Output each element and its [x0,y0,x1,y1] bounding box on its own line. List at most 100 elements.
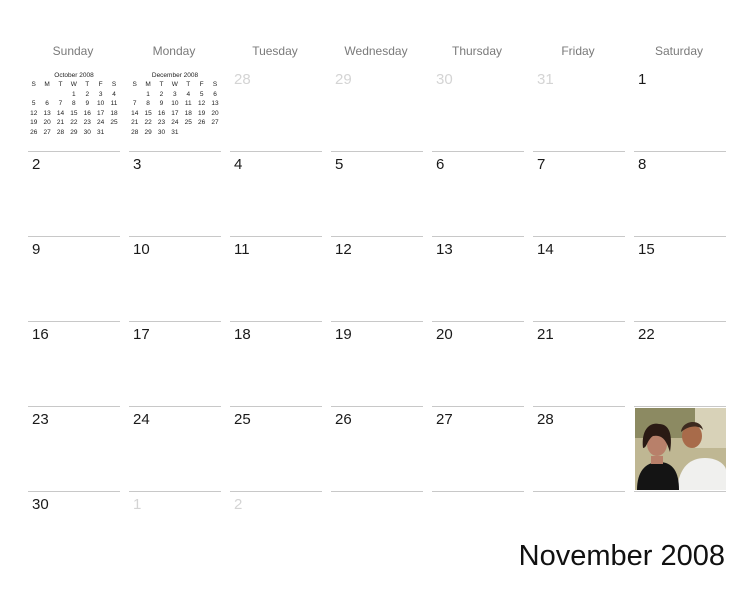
mini-weekday: T [58,81,63,88]
day-number: 20 [436,326,453,343]
day-cell[interactable]: 19 [331,321,423,401]
day-number: 11 [234,241,250,258]
weekday-saturday: Saturday [654,44,704,58]
mini-day: 11 [184,100,192,107]
day-cell[interactable]: 25 [230,406,322,486]
day-cell[interactable]: 10 [129,236,221,316]
mini-weekday: M [44,81,50,88]
mini-day: 23 [83,119,91,126]
day-cell[interactable]: 12 [331,236,423,316]
mini-day: 13 [211,100,219,107]
mini-calendar-header: SMTWTFS [27,81,121,91]
weekday-tuesday: Tuesday [252,44,298,58]
mini-day: 26 [30,128,38,136]
day-cell[interactable]: 8 [634,151,726,231]
mini-calendar-header: SMTWTFS [128,81,222,91]
mini-day: 7 [132,100,137,107]
month-title: November 2008 [518,540,725,572]
cell-divider [230,321,322,322]
mini-day: 10 [171,100,179,107]
mini-weekday: S [111,81,117,88]
day-cell[interactable]: 22 [634,321,726,401]
day-cell[interactable]: 20 [432,321,524,401]
mini-day: 24 [171,119,179,126]
cell-divider [634,491,726,492]
cell-divider [129,151,221,152]
mini-day: 10 [97,100,105,107]
mini-weekday: S [212,81,218,88]
day-cell[interactable]: 21 [533,321,625,401]
day-cell[interactable]: 27 [432,406,524,486]
day-cell[interactable]: 16 [28,321,120,401]
day-cell[interactable]: 14 [533,236,625,316]
day-number: 12 [335,241,352,258]
cell-divider [432,406,524,407]
day-cell[interactable]: 31 [533,66,625,146]
weekday-sunday: Sunday [52,44,94,58]
mini-day: 19 [30,119,38,126]
day-cell[interactable]: 17 [129,321,221,401]
mini-day: 5 [31,100,36,107]
mini-day [54,91,67,101]
mini-day: 21 [131,119,139,126]
cell-divider [331,491,423,492]
day-number: 24 [133,411,150,428]
mini-calendar-row: 5 6 7 8 9 10 11 [27,100,121,110]
day-number: 1 [133,496,142,513]
day-number: 16 [32,326,49,343]
mini-day [40,91,53,101]
mini-day: 29 [144,128,152,136]
day-cell[interactable]: 3 [129,151,221,231]
day-cell[interactable]: 24 [129,406,221,486]
day-cell[interactable]: 4 [230,151,322,231]
mini-day: 22 [144,119,152,126]
cell-divider [331,236,423,237]
mini-weekday: W [171,81,178,88]
day-cell[interactable]: 28 [533,406,625,486]
day-cell[interactable]: 30 [432,66,524,146]
day-cell[interactable]: 13 [432,236,524,316]
mini-day: 30 [83,128,91,136]
cell-divider [634,151,726,152]
day-cell[interactable]: 2 [230,491,322,571]
day-cell[interactable]: 1 [129,491,221,571]
day-cell[interactable]: 5 [331,151,423,231]
day-cell[interactable]: 18 [230,321,322,401]
mini-day: 2 [85,90,90,98]
cell-divider [28,321,120,322]
mini-day [182,129,195,139]
day-cell[interactable]: 30 [28,491,120,571]
day-number: 25 [234,411,251,428]
cell-divider [230,491,322,492]
day-cell[interactable]: 15 [634,236,726,316]
day-cell[interactable]: 1 [634,66,726,146]
mini-day: 15 [70,109,78,117]
day-cell[interactable]: 23 [28,406,120,486]
mini-day: 31 [171,128,179,136]
day-cell[interactable]: 28 [230,66,322,146]
day-cell[interactable]: 2 [28,151,120,231]
day-cell[interactable] [432,491,524,571]
mini-calendar-row: 1 2 3 45 6 [128,91,222,101]
mini-day: 26 [198,119,206,126]
mini-calendar-december: December 2008 S M T W T F S 1 2 3 4 5 6 7 8 9 10 11 12 13 14 1… [128,72,222,138]
weekday-thursday: Thursday [451,44,503,58]
day-cell[interactable]: 7 [533,151,625,231]
mini-day: 18 [184,109,192,117]
cell-divider [432,491,524,492]
day-cell[interactable]: 26 [331,406,423,486]
day-cell[interactable]: 6 [432,151,524,231]
mini-calendar-october: October 2008 S M T W T F S 1 2 3 4 5 6 7 8 9 10 11 12 13 14 15… [27,72,121,138]
cell-divider [331,406,423,407]
mini-day: 4 [112,90,116,98]
mini-day: 13 [43,109,51,117]
day-cell[interactable]: 29 [331,66,423,146]
cell-divider [634,406,726,407]
day-cell[interactable] [331,491,423,571]
day-number: 28 [234,71,251,88]
day-cell[interactable]: 11 [230,236,322,316]
day-cell[interactable]: 9 [28,236,120,316]
cell-divider [533,151,625,152]
day-number: 3 [133,156,142,173]
mini-day: 8 [72,100,76,107]
